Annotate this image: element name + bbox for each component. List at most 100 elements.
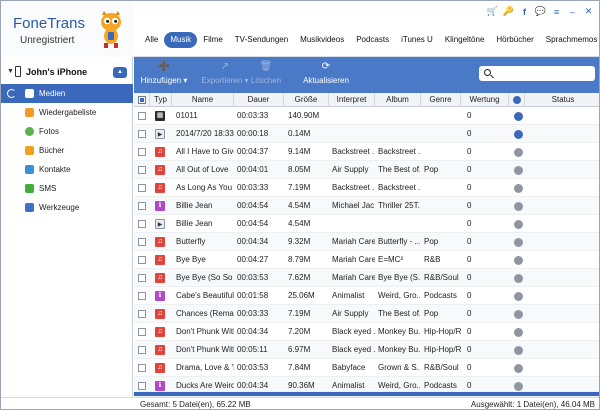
table-row[interactable]: ℹ Cabe's Beautiful Bl...00:01:58 25.06M Ani… <box>134 287 599 305</box>
minimize-icon[interactable]: – <box>566 5 579 18</box>
add-label: Hinzufügen ▾ <box>140 76 188 85</box>
delete-button[interactable]: 🗑 Löschen <box>246 61 286 89</box>
table-row[interactable]: ♫ All Out of Love 00:04:01 8.05M Air Supply T… <box>134 161 599 179</box>
row-checkbox[interactable] <box>138 130 146 138</box>
col-sync[interactable] <box>509 93 525 107</box>
tab-hoerbuecher[interactable]: Hörbücher <box>490 32 539 48</box>
tab-sprachmemos[interactable]: Sprachmemos <box>540 32 599 48</box>
table-row[interactable]: ♫ Butterfly 00:04:34 9.32M Mariah CareyButte… <box>134 233 599 251</box>
row-checkbox[interactable] <box>138 238 146 246</box>
sync-status-icon <box>514 346 523 355</box>
select-all-checkbox[interactable] <box>134 93 150 107</box>
tab-tv-sendungen[interactable]: TV-Sendungen <box>229 32 294 48</box>
add-button[interactable]: ➕ Hinzufügen ▾ <box>140 61 188 89</box>
col-type[interactable]: Typ <box>150 93 172 107</box>
table-row[interactable]: ▶ Billie Jean 00:04:54 4.54M 0 <box>134 215 599 233</box>
collapse-arrow-icon[interactable]: ▼ <box>7 68 14 75</box>
table-row[interactable]: ♫ Don't Phunk With ...00:05:11 6.97M Black … <box>134 341 599 359</box>
cell-album: Weird, Gro... <box>378 381 420 390</box>
col-name[interactable]: Name <box>172 93 234 107</box>
close-icon[interactable]: ✕ <box>582 5 595 18</box>
sidebar-item-buecher[interactable]: Bücher <box>1 141 133 160</box>
cell-duration: 00:03:33 <box>237 183 269 192</box>
table-row[interactable]: ♫ Chances (Remaste...00:03:33 7.19M Air Sup… <box>134 305 599 323</box>
tab-klingeltoene[interactable]: Klingeltöne <box>439 32 491 48</box>
col-status[interactable]: Status <box>525 93 599 107</box>
col-duration[interactable]: Dauer <box>234 93 284 107</box>
device-name: John's iPhone <box>26 67 88 77</box>
table-row[interactable]: ▦ 01011 00:03:33 140.90M 0 <box>134 107 599 125</box>
cell-artist <box>332 107 375 125</box>
refresh-button[interactable]: ⟳ Aktualisieren <box>296 61 356 89</box>
sidebar-item-werkzeuge[interactable]: Werkzeuge <box>1 198 133 217</box>
key-icon[interactable]: 🔑 <box>502 5 515 18</box>
row-checkbox[interactable] <box>138 292 146 300</box>
col-rating[interactable]: Wertung <box>461 93 509 107</box>
clip-type-icon: ▶ <box>155 129 165 139</box>
search-icon <box>484 69 491 76</box>
tab-musik[interactable]: Musik <box>164 32 198 48</box>
row-checkbox[interactable] <box>138 166 146 174</box>
cell-size: 8.05M <box>288 165 311 174</box>
sidebar-item-sms[interactable]: SMS <box>1 179 133 198</box>
cell-name: As Long As You Lo... <box>176 183 234 192</box>
feedback-icon[interactable]: 💬 <box>534 5 547 18</box>
cell-artist: Backstreet ... <box>332 147 375 156</box>
cell-size: 90.36M <box>288 381 315 390</box>
table-row[interactable]: ▶ 2014/7/20 18:33 00:00:18 0.14M 0 <box>134 125 599 143</box>
cell-artist: Air Supply <box>332 165 369 174</box>
scrollbar-thumb[interactable] <box>134 392 599 396</box>
row-checkbox[interactable] <box>138 148 146 156</box>
table-row[interactable]: ♫ Bye Bye 00:04:27 8.79M Mariah CareyE=MC² R&… <box>134 251 599 269</box>
cell-genre <box>424 125 461 143</box>
table-row[interactable]: ♫ As Long As You Lo...00:03:33 7.19M Backst… <box>134 179 599 197</box>
col-album[interactable]: Album <box>375 93 421 107</box>
menu-icon[interactable]: ≡ <box>550 5 563 18</box>
table-row[interactable]: ♫ Don't Phunk With ...00:04:34 7.20M Black … <box>134 323 599 341</box>
video-type-icon: ℹ <box>155 381 165 391</box>
sidebar-item-wiedergabeliste[interactable]: Wiedergabeliste <box>1 103 133 122</box>
cell-size: 25.06M <box>288 291 315 300</box>
cell-duration: 00:05:11 <box>237 345 268 354</box>
col-genre[interactable]: Genre <box>421 93 461 107</box>
row-checkbox[interactable] <box>138 184 146 192</box>
sidebar-item-kontakte[interactable]: Kontakte <box>1 160 133 179</box>
eject-button[interactable]: ▲ <box>113 67 127 78</box>
row-checkbox[interactable] <box>138 274 146 282</box>
row-checkbox[interactable] <box>138 364 146 372</box>
registration-status[interactable]: Unregistriert <box>20 35 74 46</box>
row-checkbox[interactable] <box>138 382 146 390</box>
row-checkbox[interactable] <box>138 310 146 318</box>
table-row[interactable]: ♫ Bye Bye (So So De...00:03:53 7.62M Mariah… <box>134 269 599 287</box>
row-checkbox[interactable] <box>138 202 146 210</box>
table-row[interactable]: ℹ Ducks Are Weird, ...00:04:34 90.36M Anima… <box>134 377 599 391</box>
sidebar-item-medien[interactable]: Medien <box>1 84 133 103</box>
tab-podcasts[interactable]: Podcasts <box>350 32 395 48</box>
plus-icon: ➕ <box>157 61 171 72</box>
row-checkbox[interactable] <box>138 256 146 264</box>
row-checkbox[interactable] <box>138 220 146 228</box>
search-box[interactable] <box>479 66 595 81</box>
device-header[interactable]: ▼ John's iPhone ▲ <box>1 65 133 81</box>
search-input[interactable] <box>495 67 591 80</box>
row-checkbox[interactable] <box>138 112 146 120</box>
table-row[interactable]: ♫ All I Have to Give 00:04:37 9.14M Backstre… <box>134 143 599 161</box>
cell-genre: Hip-Hop/Rap <box>424 345 461 354</box>
facebook-icon[interactable]: f <box>518 5 531 18</box>
tab-alle[interactable]: Alle <box>139 32 164 48</box>
row-checkbox[interactable] <box>138 346 146 354</box>
tab-filme[interactable]: Filme <box>197 32 229 48</box>
table-row[interactable]: ♫ Drama, Love & 'Lat...00:03:53 7.84M Babyf… <box>134 359 599 377</box>
cell-duration: 00:03:33 <box>237 309 269 318</box>
sidebar-item-fotos[interactable]: Fotos <box>1 122 133 141</box>
tab-itunes-u[interactable]: iTunes U <box>395 32 439 48</box>
col-size[interactable]: Größe <box>284 93 329 107</box>
row-checkbox[interactable] <box>138 328 146 336</box>
cell-name: 01011 <box>176 111 198 120</box>
cart-icon[interactable]: 🛒 <box>486 5 499 18</box>
col-artist[interactable]: Interpret <box>329 93 375 107</box>
cell-rating: 0 <box>467 183 472 192</box>
tab-musikvideos[interactable]: Musikvideos <box>294 32 350 48</box>
cell-size: 7.19M <box>288 309 311 318</box>
table-row[interactable]: ℹ Billie Jean 00:04:54 4.54M Michael Jac...T… <box>134 197 599 215</box>
